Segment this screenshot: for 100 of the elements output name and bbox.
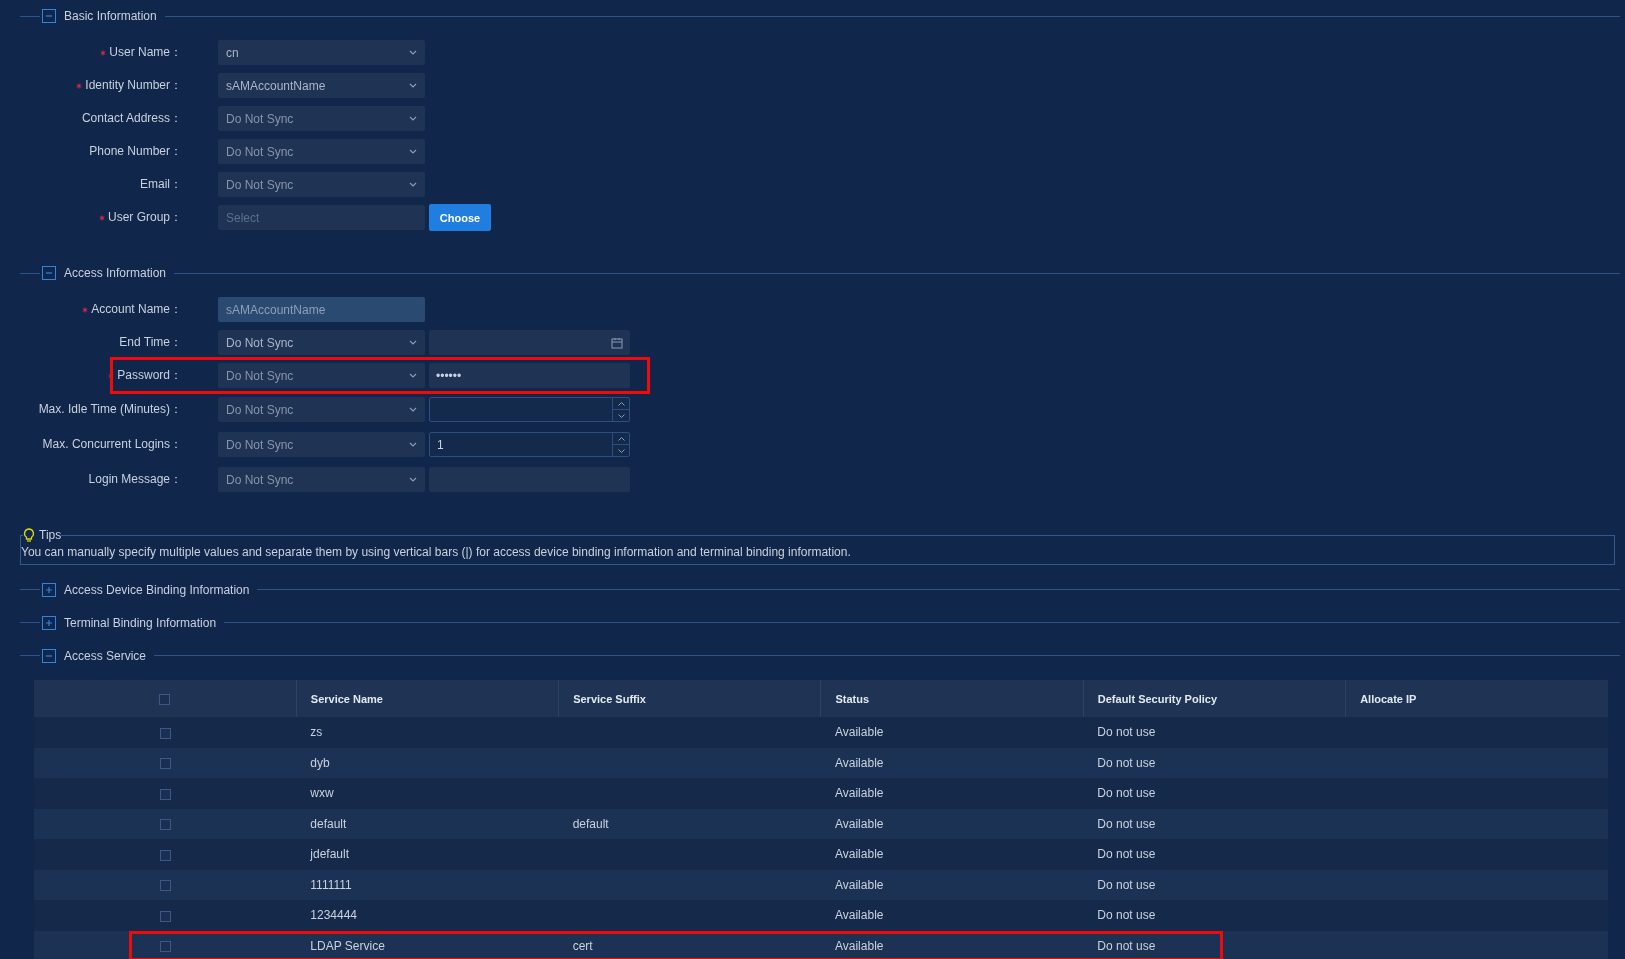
spin-down-icon[interactable] bbox=[617, 448, 625, 453]
caret-icon bbox=[409, 50, 417, 55]
checkbox[interactable] bbox=[159, 849, 171, 861]
field-label: User Group： bbox=[107, 210, 182, 224]
dropdown-field[interactable]: sAMAccountName bbox=[218, 73, 425, 98]
caret-icon bbox=[409, 477, 417, 482]
table-cell: jdefault bbox=[310, 847, 350, 862]
caret-icon bbox=[409, 182, 417, 187]
checkbox[interactable] bbox=[159, 941, 171, 953]
column-header: Allocate IP bbox=[1345, 680, 1608, 717]
column-header: Status bbox=[821, 680, 1084, 717]
caret-icon bbox=[409, 442, 417, 447]
plus-icon bbox=[45, 618, 53, 627]
input-field[interactable]: Select bbox=[218, 205, 425, 230]
expand-toggle[interactable] bbox=[42, 615, 56, 630]
checkbox[interactable] bbox=[159, 819, 171, 831]
section-title: Access Service bbox=[64, 648, 147, 663]
table-cell: Available bbox=[835, 816, 884, 831]
table-cell: 1234444 bbox=[310, 908, 358, 923]
field-label: Email： bbox=[140, 177, 182, 191]
table-cell: Do not use bbox=[1097, 938, 1156, 953]
field-label: End Time： bbox=[119, 335, 182, 349]
collapse-toggle[interactable] bbox=[42, 9, 56, 23]
checkbox[interactable] bbox=[159, 910, 171, 922]
field-label: Contact Address： bbox=[81, 111, 182, 125]
password-field[interactable]: •••••• bbox=[429, 363, 630, 388]
table-cell: Do not use bbox=[1097, 847, 1156, 862]
column-header: Service Name bbox=[296, 680, 559, 717]
field-label: Max. Concurrent Logins： bbox=[42, 437, 182, 451]
dropdown-field[interactable]: cn bbox=[218, 40, 425, 65]
table-cell: zs bbox=[310, 725, 323, 740]
field-label: Max. Idle Time (Minutes)： bbox=[38, 402, 182, 416]
date-field[interactable] bbox=[429, 330, 630, 355]
caret-icon bbox=[409, 116, 417, 121]
number-field[interactable]: 1 bbox=[429, 432, 630, 457]
input-field[interactable]: sAMAccountName bbox=[218, 297, 425, 322]
collapse-toggle[interactable] bbox=[42, 266, 56, 280]
spin-down-icon[interactable] bbox=[617, 413, 625, 418]
checkbox[interactable] bbox=[159, 880, 171, 892]
table-cell: Available bbox=[835, 908, 884, 923]
table-cell: Available bbox=[835, 938, 884, 953]
field-label: Password： bbox=[117, 368, 182, 382]
section-title: Terminal Binding Information bbox=[64, 615, 217, 630]
checkbox[interactable] bbox=[159, 727, 171, 739]
number-field[interactable] bbox=[429, 397, 630, 422]
table-cell: Do not use bbox=[1097, 908, 1156, 923]
spin-up-icon[interactable] bbox=[617, 401, 625, 406]
table-cell: Do not use bbox=[1097, 725, 1156, 740]
dropdown-field[interactable]: Do Not Sync bbox=[218, 330, 425, 355]
caret-icon bbox=[409, 373, 417, 378]
field-label: Login Message： bbox=[88, 472, 182, 486]
dropdown-field[interactable]: Do Not Sync bbox=[218, 106, 425, 131]
checkbox[interactable] bbox=[159, 788, 171, 800]
dropdown-field[interactable]: Do Not Sync bbox=[218, 363, 425, 388]
checkbox[interactable] bbox=[159, 693, 171, 705]
table-cell: Available bbox=[835, 755, 884, 770]
dropdown-field[interactable]: Do Not Sync bbox=[218, 467, 425, 492]
lightbulb-icon bbox=[23, 528, 35, 542]
table-cell: Available bbox=[835, 725, 884, 740]
table-cell: Do not use bbox=[1097, 816, 1156, 831]
collapse-toggle[interactable] bbox=[42, 648, 56, 663]
dropdown-field[interactable]: Do Not Sync bbox=[218, 432, 425, 457]
field-label: User Name： bbox=[109, 45, 182, 59]
field-label: Identity Number： bbox=[85, 78, 182, 92]
table-cell: Do not use bbox=[1097, 755, 1156, 770]
table-cell: cert bbox=[572, 938, 593, 953]
column-header: Default Security Policy bbox=[1083, 680, 1346, 717]
table-cell: Available bbox=[835, 847, 884, 862]
table-cell: dyb bbox=[310, 755, 330, 770]
dropdown-field[interactable]: Do Not Sync bbox=[218, 139, 425, 164]
table-cell: Do not use bbox=[1097, 786, 1156, 801]
table-cell: default bbox=[572, 816, 609, 831]
column-header: Service Suffix bbox=[558, 680, 821, 717]
dropdown-field[interactable]: Do Not Sync bbox=[218, 397, 425, 422]
section-title: Access Information bbox=[64, 266, 167, 280]
caret-icon bbox=[409, 407, 417, 412]
table-cell: Available bbox=[835, 786, 884, 801]
table-cell: default bbox=[310, 816, 347, 831]
tips-title: Tips bbox=[39, 528, 62, 542]
table-cell: Available bbox=[835, 877, 884, 892]
minus-icon bbox=[45, 269, 53, 277]
section-title: Access Device Binding Information bbox=[64, 582, 250, 597]
caret-icon bbox=[409, 149, 417, 154]
field-label: Phone Number： bbox=[89, 144, 182, 158]
table-cell: 1111111 bbox=[310, 877, 352, 892]
minus-icon bbox=[45, 12, 53, 20]
calendar-icon bbox=[611, 336, 623, 349]
caret-icon bbox=[409, 83, 417, 88]
caret-icon bbox=[409, 340, 417, 345]
table-cell: Do not use bbox=[1097, 877, 1156, 892]
section-title: Basic Information bbox=[64, 9, 157, 23]
field-label: Account Name： bbox=[91, 302, 182, 316]
choose-button[interactable]: Choose bbox=[429, 204, 491, 231]
checkbox[interactable] bbox=[159, 758, 171, 770]
table-cell: LDAP Service bbox=[310, 938, 385, 953]
table-cell: wxw bbox=[310, 786, 334, 801]
spin-up-icon[interactable] bbox=[617, 436, 625, 441]
dropdown-field[interactable]: Do Not Sync bbox=[218, 172, 425, 197]
expand-toggle[interactable] bbox=[42, 582, 56, 597]
plus-icon bbox=[45, 585, 53, 594]
